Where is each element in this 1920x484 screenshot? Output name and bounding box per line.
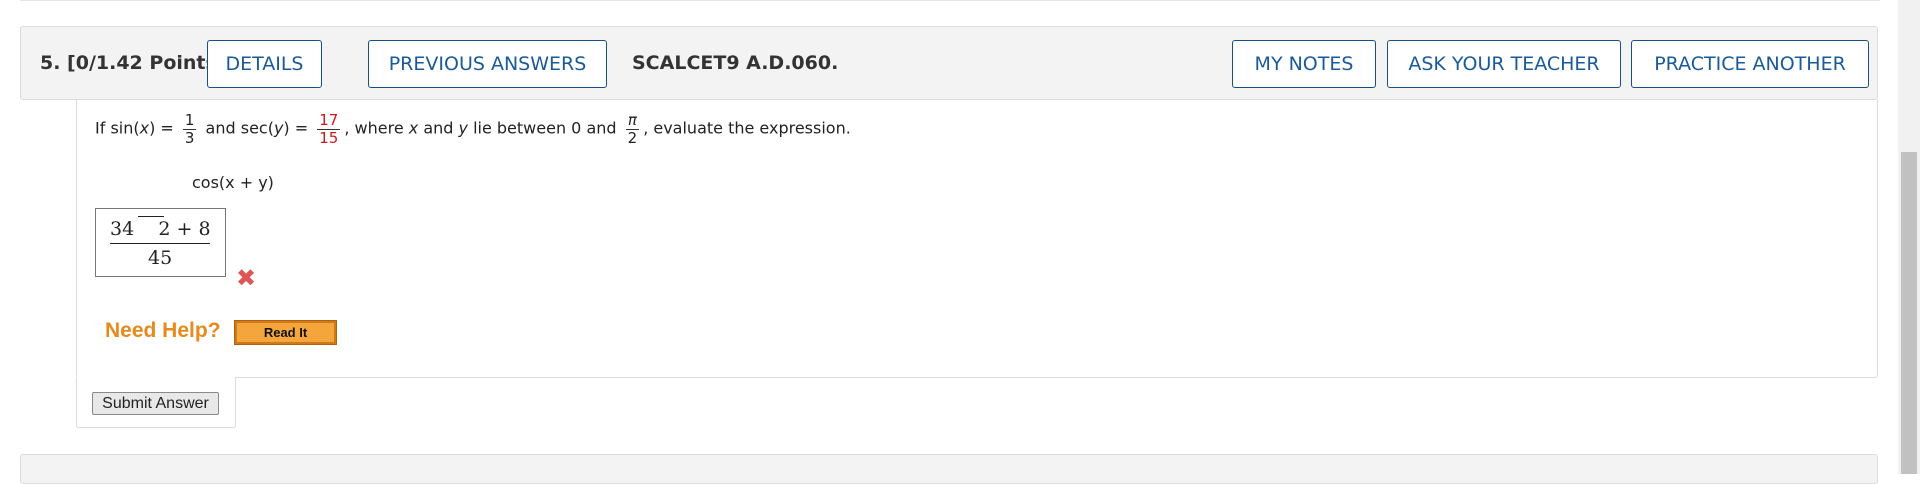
question-header: 5. [0/1.42 Points] DETAILS PREVIOUS ANSW… <box>20 26 1878 100</box>
ask-teacher-button[interactable]: ASK YOUR TEACHER <box>1387 40 1621 88</box>
previous-answers-button[interactable]: PREVIOUS ANSWERS <box>368 40 607 88</box>
answer-numerator: 34 2 + 8 <box>110 218 211 240</box>
next-question-panel <box>20 454 1878 484</box>
sec-fraction: 17 15 <box>317 111 341 147</box>
pi-fraction: π2 <box>625 111 640 147</box>
need-help-label: Need Help? <box>105 319 221 342</box>
scrollbar-thumb[interactable] <box>1901 152 1917 474</box>
expression: cos(x + y) <box>192 173 274 192</box>
top-divider <box>20 0 1880 1</box>
question-prompt: If sin(x) = 13 and sec(y) = 17 15, where … <box>95 111 851 147</box>
question-points: 5. [0/1.42 Points] <box>40 52 226 74</box>
my-notes-button[interactable]: MY NOTES <box>1232 40 1376 88</box>
details-button[interactable]: DETAILS <box>207 40 322 88</box>
sin-fraction: 13 <box>182 111 197 147</box>
answer-field[interactable]: 34 2 + 8 45 <box>95 208 226 277</box>
read-it-button[interactable]: Read It <box>234 320 337 345</box>
radical-bar <box>138 216 164 217</box>
answer-denominator: 45 <box>148 247 173 269</box>
question-code: SCALCET9 A.D.060. <box>632 52 839 74</box>
x-mark-icon: ✖ <box>236 264 257 292</box>
fraction-bar <box>110 243 210 244</box>
practice-another-button[interactable]: PRACTICE ANOTHER <box>1631 40 1869 88</box>
submit-answer-button[interactable]: Submit Answer <box>92 392 219 415</box>
